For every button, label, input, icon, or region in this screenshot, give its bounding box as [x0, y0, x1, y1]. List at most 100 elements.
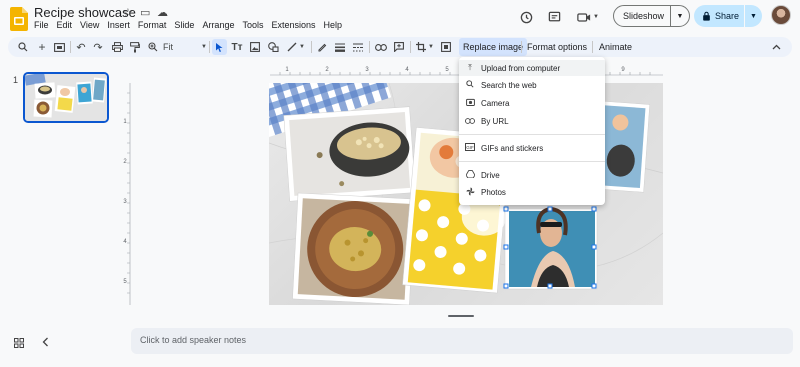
new-slide-layout-icon[interactable] — [52, 39, 66, 55]
format-options-button[interactable]: Format options — [527, 38, 587, 56]
zoom-value: Fit — [163, 42, 173, 52]
menu-item-label: Drive — [481, 170, 500, 180]
svg-text:5: 5 — [123, 279, 127, 285]
text-box-icon[interactable]: Tт — [230, 39, 244, 55]
svg-text:2: 2 — [123, 159, 127, 165]
drive-icon — [459, 170, 481, 180]
menu-search-the-web[interactable]: Search the web — [459, 77, 605, 93]
menu-item-label: Upload from computer — [481, 63, 561, 73]
link-icon — [459, 117, 481, 126]
crop-image-icon[interactable]: ▼ — [414, 39, 436, 55]
upload-icon: ⤒ — [468, 63, 472, 72]
slide-number: 1 — [13, 75, 19, 85]
meet-icon[interactable]: ▼ — [576, 8, 600, 26]
notes-resize-handle[interactable] — [448, 315, 474, 317]
toolbar-divider — [521, 41, 522, 53]
speaker-notes-placeholder[interactable]: Click to add speaker notes — [140, 335, 246, 345]
menu-divider — [459, 134, 605, 135]
menu-slide[interactable]: Slide — [171, 20, 199, 30]
menu-divider — [459, 161, 605, 162]
menu-edit[interactable]: Edit — [54, 20, 78, 30]
camera-icon — [459, 98, 481, 108]
border-dash-icon[interactable] — [351, 39, 365, 55]
share-options-icon[interactable]: ▼ — [745, 13, 762, 20]
toolbar-divider — [209, 41, 210, 53]
print-icon[interactable] — [110, 39, 124, 55]
svg-text:3: 3 — [365, 67, 369, 73]
menu-format[interactable]: Format — [135, 20, 172, 30]
toolbar-divider — [410, 41, 411, 53]
menu-item-label: GIFs and stickers — [481, 143, 544, 153]
menu-help[interactable]: Help — [321, 20, 348, 30]
border-color-icon[interactable] — [315, 39, 329, 55]
zoom-select[interactable]: Fit ▼ — [163, 39, 207, 55]
search-icon — [459, 80, 481, 90]
undo-icon[interactable]: ↶ — [74, 39, 88, 55]
document-title[interactable]: Recipe showcase — [34, 5, 136, 20]
photos-icon — [459, 186, 481, 198]
insert-link-icon[interactable] — [374, 39, 388, 55]
comments-icon[interactable] — [545, 8, 563, 26]
move-folder-icon[interactable]: ▭ — [140, 6, 150, 19]
slideshow-options-icon[interactable]: ▼ — [671, 13, 689, 20]
vertical-ruler: 1 2 3 4 5 — [123, 83, 131, 305]
avatar[interactable] — [771, 5, 791, 25]
insert-image-icon[interactable] — [248, 39, 262, 55]
paint-format-icon[interactable] — [128, 39, 142, 55]
slide-thumbnail[interactable] — [23, 72, 109, 123]
gif-icon: GIF — [459, 143, 481, 153]
menu-file[interactable]: File — [34, 20, 54, 30]
menu-item-label: Search the web — [481, 80, 537, 90]
menu-camera[interactable]: Camera — [459, 95, 605, 111]
svg-text:5: 5 — [445, 67, 449, 73]
svg-text:4: 4 — [123, 239, 127, 245]
menu-gifs-and-stickers[interactable]: GIF GIFs and stickers — [459, 140, 605, 156]
select-tool-icon[interactable] — [212, 39, 227, 55]
menu-tools[interactable]: Tools — [239, 20, 268, 30]
menu-upload-from-computer[interactable]: ⤒ Upload from computer — [459, 60, 605, 76]
svg-text:3: 3 — [123, 199, 127, 205]
collapse-filmstrip-icon[interactable] — [42, 337, 49, 350]
add-comment-icon[interactable] — [392, 39, 406, 55]
toolbar-divider — [592, 41, 593, 53]
redo-icon[interactable]: ↷ — [91, 39, 105, 55]
menu-insert[interactable]: Insert — [104, 20, 135, 30]
lock-icon — [703, 11, 710, 21]
replace-image-menu: ⤒ Upload from computer Search the web Ca… — [459, 57, 605, 205]
menu-by-url[interactable]: By URL — [459, 113, 605, 129]
cloud-saved-icon[interactable]: ☁ — [157, 6, 168, 19]
slideshow-button[interactable]: Slideshow ▼ — [613, 5, 690, 27]
mask-image-icon[interactable] — [439, 39, 453, 55]
slides-logo-icon[interactable] — [10, 7, 28, 31]
slideshow-label[interactable]: Slideshow — [614, 11, 670, 21]
menu-item-label: By URL — [481, 116, 509, 126]
toolbar-divider — [70, 41, 71, 53]
shape-icon[interactable] — [266, 39, 280, 55]
share-button[interactable]: Share ▼ — [694, 5, 762, 27]
share-label: Share — [715, 11, 740, 21]
menu-bar: File Edit View Insert Format Slide Arran… — [34, 20, 347, 30]
search-menus-icon[interactable] — [16, 39, 30, 55]
menu-view[interactable]: View — [77, 20, 104, 30]
zoom-icon[interactable] — [146, 39, 160, 55]
border-weight-icon[interactable] — [333, 39, 347, 55]
menu-arrange[interactable]: Arrange — [199, 20, 239, 30]
svg-text:4: 4 — [405, 67, 409, 73]
replace-image-button[interactable]: Replace image — [459, 38, 528, 56]
menu-extensions[interactable]: Extensions — [268, 20, 320, 30]
line-tool-icon[interactable]: ▼ — [285, 39, 307, 55]
menu-drive[interactable]: Drive — [459, 167, 605, 183]
svg-text:GIF: GIF — [466, 145, 474, 150]
svg-text:1: 1 — [123, 119, 127, 125]
grid-view-icon[interactable] — [14, 338, 24, 351]
version-history-icon[interactable] — [517, 8, 535, 26]
collapse-toolbar-icon[interactable] — [770, 39, 782, 55]
svg-text:2: 2 — [325, 67, 329, 73]
star-icon[interactable]: ☆ — [123, 6, 133, 19]
new-slide-icon[interactable]: + — [35, 39, 49, 55]
toolbar-divider — [369, 41, 370, 53]
svg-text:9: 9 — [621, 67, 625, 73]
menu-photos[interactable]: Photos — [459, 184, 605, 200]
menu-item-label: Photos — [481, 187, 506, 197]
animate-button[interactable]: Animate — [599, 38, 632, 56]
